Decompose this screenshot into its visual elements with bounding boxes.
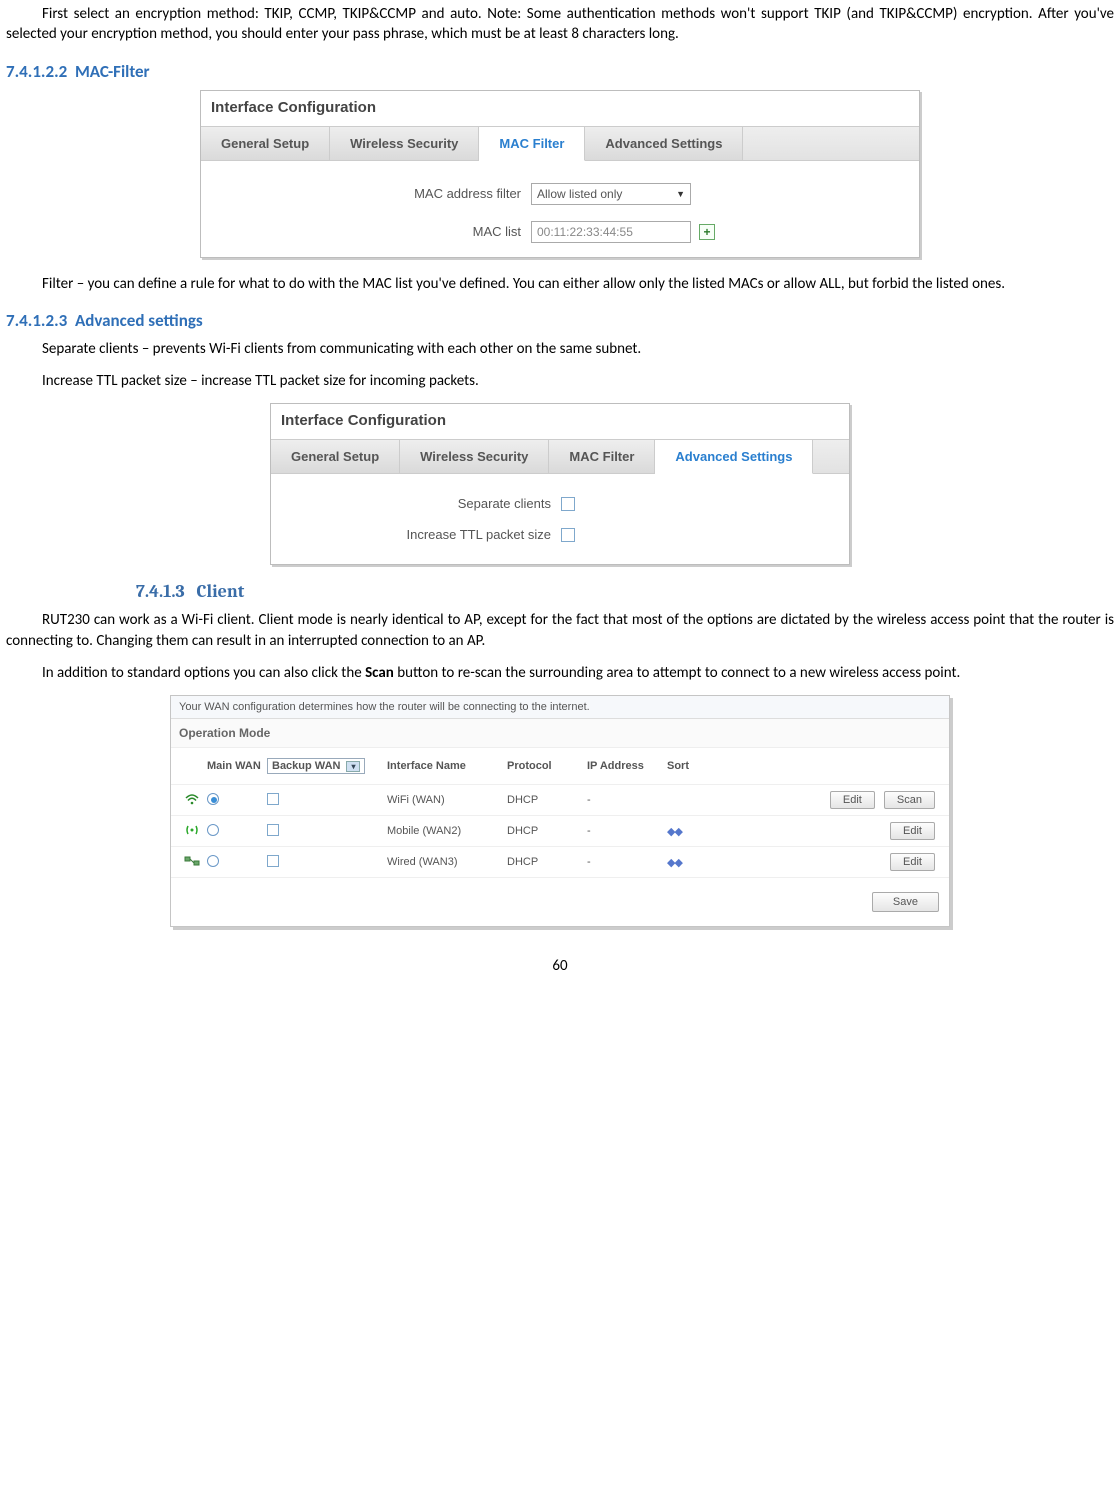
protocol: DHCP: [507, 794, 587, 806]
increase-ttl-checkbox[interactable]: [561, 528, 575, 542]
tab-wireless-security[interactable]: Wireless Security: [330, 127, 479, 160]
separate-clients-checkbox[interactable]: [561, 497, 575, 511]
wan-row: WiFi (WAN) DHCP - Edit Scan: [171, 785, 949, 816]
tab-wireless-security[interactable]: Wireless Security: [400, 440, 549, 473]
col-sort: Sort: [667, 760, 727, 772]
tab-mac-filter[interactable]: MAC Filter: [479, 127, 585, 161]
client-paragraph-2: In addition to standard options you can …: [6, 663, 1114, 683]
tab-advanced-settings[interactable]: Advanced Settings: [655, 440, 813, 474]
protocol: DHCP: [507, 856, 587, 868]
wan-header-row: Main WAN Backup WAN ▾ Interface Name Pro…: [171, 748, 949, 785]
backup-wan-checkbox[interactable]: [267, 824, 279, 836]
text-a: In addition to standard options you can …: [42, 664, 365, 682]
tab-general-setup[interactable]: General Setup: [201, 127, 330, 160]
select-value: Backup WAN: [272, 760, 340, 772]
save-button[interactable]: Save: [872, 892, 939, 912]
heading-advanced-settings: 7.4.1.2.3 Advanced settings: [6, 310, 1114, 331]
col-backup-wan: Backup WAN ▾: [267, 758, 387, 774]
heading-num: 7.4.1.3: [136, 581, 185, 602]
sort-handle[interactable]: ◆ ◆: [667, 857, 681, 869]
wifi-icon: [177, 793, 207, 808]
scan-button[interactable]: Scan: [884, 791, 935, 809]
interface-name: Mobile (WAN2): [387, 825, 507, 837]
main-wan-radio[interactable]: [207, 824, 219, 836]
edit-button[interactable]: Edit: [890, 853, 935, 871]
intro-paragraph: First select an encryption method: TKIP,…: [6, 4, 1114, 45]
tab-mac-filter[interactable]: MAC Filter: [549, 440, 655, 473]
adv-paragraph-2: Increase TTL packet size – increase TTL …: [6, 371, 1114, 391]
mac-filter-paragraph: Filter – you can define a rule for what …: [6, 274, 1114, 294]
adv-paragraph-1: Separate clients – prevents Wi-Fi client…: [6, 339, 1114, 359]
wan-config-panel: Your WAN configuration determines how th…: [170, 695, 950, 927]
heading-num: 7.4.1.2.2: [6, 61, 67, 82]
increase-ttl-label: Increase TTL packet size: [271, 527, 561, 542]
advanced-settings-panel: Interface Configuration General Setup Wi…: [270, 403, 850, 565]
interface-name: WiFi (WAN): [387, 794, 507, 806]
ip-address: -: [587, 794, 667, 806]
col-main-wan: Main WAN: [207, 760, 267, 772]
backup-wan-checkbox[interactable]: [267, 793, 279, 805]
select-value: Allow listed only: [537, 187, 622, 201]
separate-clients-label: Separate clients: [271, 496, 561, 511]
heading-client: 7.4.1.3 Client: [136, 581, 1114, 602]
chevron-down-icon: ▼: [676, 189, 685, 199]
text-b: button to re-scan the surrounding area t…: [394, 664, 960, 682]
add-mac-button[interactable]: +: [699, 224, 715, 240]
protocol: DHCP: [507, 825, 587, 837]
ip-address: -: [587, 856, 667, 868]
backup-wan-select[interactable]: Backup WAN ▾: [267, 758, 365, 774]
scan-bold: Scan: [365, 664, 394, 682]
tabs-row: General Setup Wireless Security MAC Filt…: [271, 439, 849, 474]
chevron-down-icon: ▾: [346, 761, 360, 772]
heading-text: MAC-Filter: [75, 61, 150, 82]
edit-button[interactable]: Edit: [830, 791, 875, 809]
page-number: 60: [6, 957, 1114, 975]
mac-filter-panel: Interface Configuration General Setup Wi…: [200, 90, 920, 258]
main-wan-radio[interactable]: [207, 855, 219, 867]
wan-row: Wired (WAN3) DHCP - ◆ ◆ Edit: [171, 847, 949, 878]
col-protocol: Protocol: [507, 760, 587, 772]
heading-text: Client: [197, 581, 245, 602]
operation-mode-title: Operation Mode: [171, 718, 949, 748]
backup-wan-checkbox[interactable]: [267, 855, 279, 867]
mac-list-input[interactable]: 00:11:22:33:44:55: [531, 221, 691, 243]
col-ip-address: IP Address: [587, 760, 667, 772]
heading-text: Advanced settings: [75, 310, 203, 331]
interface-name: Wired (WAN3): [387, 856, 507, 868]
wan-description: Your WAN configuration determines how th…: [171, 696, 949, 718]
panel-title: Interface Configuration: [271, 404, 849, 439]
edit-button[interactable]: Edit: [890, 822, 935, 840]
antenna-icon: [177, 824, 207, 839]
main-wan-radio[interactable]: [207, 793, 219, 805]
mac-filter-mode-label: MAC address filter: [201, 186, 531, 201]
client-paragraph-1: RUT230 can work as a Wi-Fi client. Clien…: [6, 610, 1114, 651]
col-interface-name: Interface Name: [387, 760, 507, 772]
heading-mac-filter: 7.4.1.2.2 MAC-Filter: [6, 61, 1114, 82]
ip-address: -: [587, 825, 667, 837]
ethernet-icon: [177, 856, 207, 869]
heading-num: 7.4.1.2.3: [6, 310, 67, 331]
mac-filter-mode-select[interactable]: Allow listed only ▼: [531, 183, 691, 205]
sort-handle[interactable]: ◆ ◆: [667, 826, 681, 838]
mac-list-label: MAC list: [201, 224, 531, 239]
tab-advanced-settings[interactable]: Advanced Settings: [585, 127, 743, 160]
wan-row: Mobile (WAN2) DHCP - ◆ ◆ Edit: [171, 816, 949, 847]
panel-title: Interface Configuration: [201, 91, 919, 126]
tab-general-setup[interactable]: General Setup: [271, 440, 400, 473]
tabs-row: General Setup Wireless Security MAC Filt…: [201, 126, 919, 161]
